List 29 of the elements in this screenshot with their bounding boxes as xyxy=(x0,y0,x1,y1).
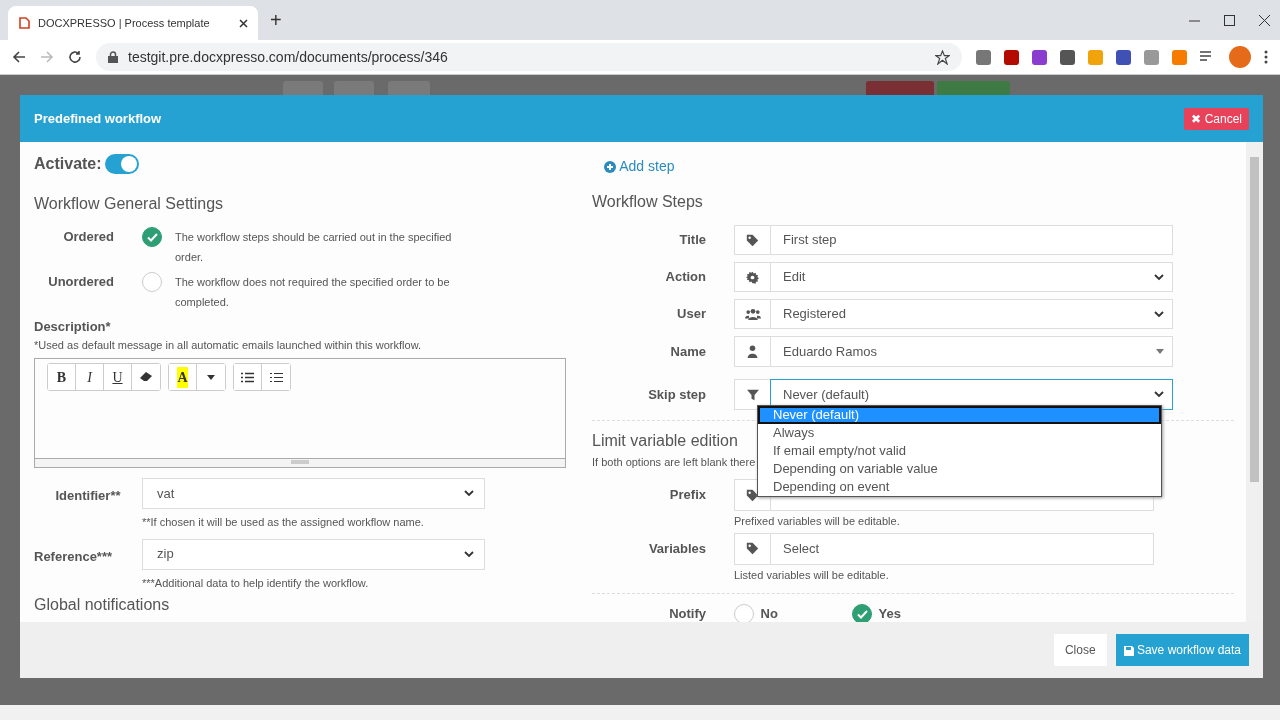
hint-text: **If chosen it will be used as the assigned workflow name. xyxy=(142,515,425,531)
modal-title: Predefined workflow xyxy=(34,109,162,128)
hint-text: Listed variables will be editable. xyxy=(734,567,890,583)
field-label: User xyxy=(676,305,707,324)
field-label: Reference*** xyxy=(34,547,114,566)
option-label: Ordered xyxy=(62,228,114,247)
field-label: Variables xyxy=(647,539,707,558)
hint-text: If both options are left blank there xyxy=(592,454,756,470)
option-description: The workflow does not required the specified order to be completed. xyxy=(175,275,451,311)
activate-label: Activate: xyxy=(34,154,102,174)
field-label: Description* xyxy=(34,318,112,337)
hint-text: *Used as default message in all automatic emails launched within this workflow. xyxy=(34,337,423,353)
section-heading: Workflow General Settings xyxy=(34,194,225,214)
field-label: Notify xyxy=(668,605,707,622)
field-label: Title xyxy=(678,231,707,250)
option-label: No xyxy=(760,605,778,622)
field-label: Skip step xyxy=(647,385,707,404)
section-heading: Global notifications xyxy=(34,595,171,615)
section-heading: Workflow Steps xyxy=(592,192,704,212)
field-label: Prefix xyxy=(668,486,707,505)
hint-text: ***Additional data to help identify the workflow. xyxy=(142,575,370,591)
field-label: Action xyxy=(664,268,707,287)
hint-text: Prefixed variables will be editable. xyxy=(734,514,901,530)
option-description: The workflow steps should be carried out in the specified order. xyxy=(175,230,453,266)
field-label: Identifier** xyxy=(54,487,122,506)
option-label: Unordered xyxy=(47,273,114,292)
section-heading: Limit variable edition xyxy=(592,431,738,451)
field-label: Name xyxy=(669,342,707,361)
option-label: Yes xyxy=(878,605,901,622)
